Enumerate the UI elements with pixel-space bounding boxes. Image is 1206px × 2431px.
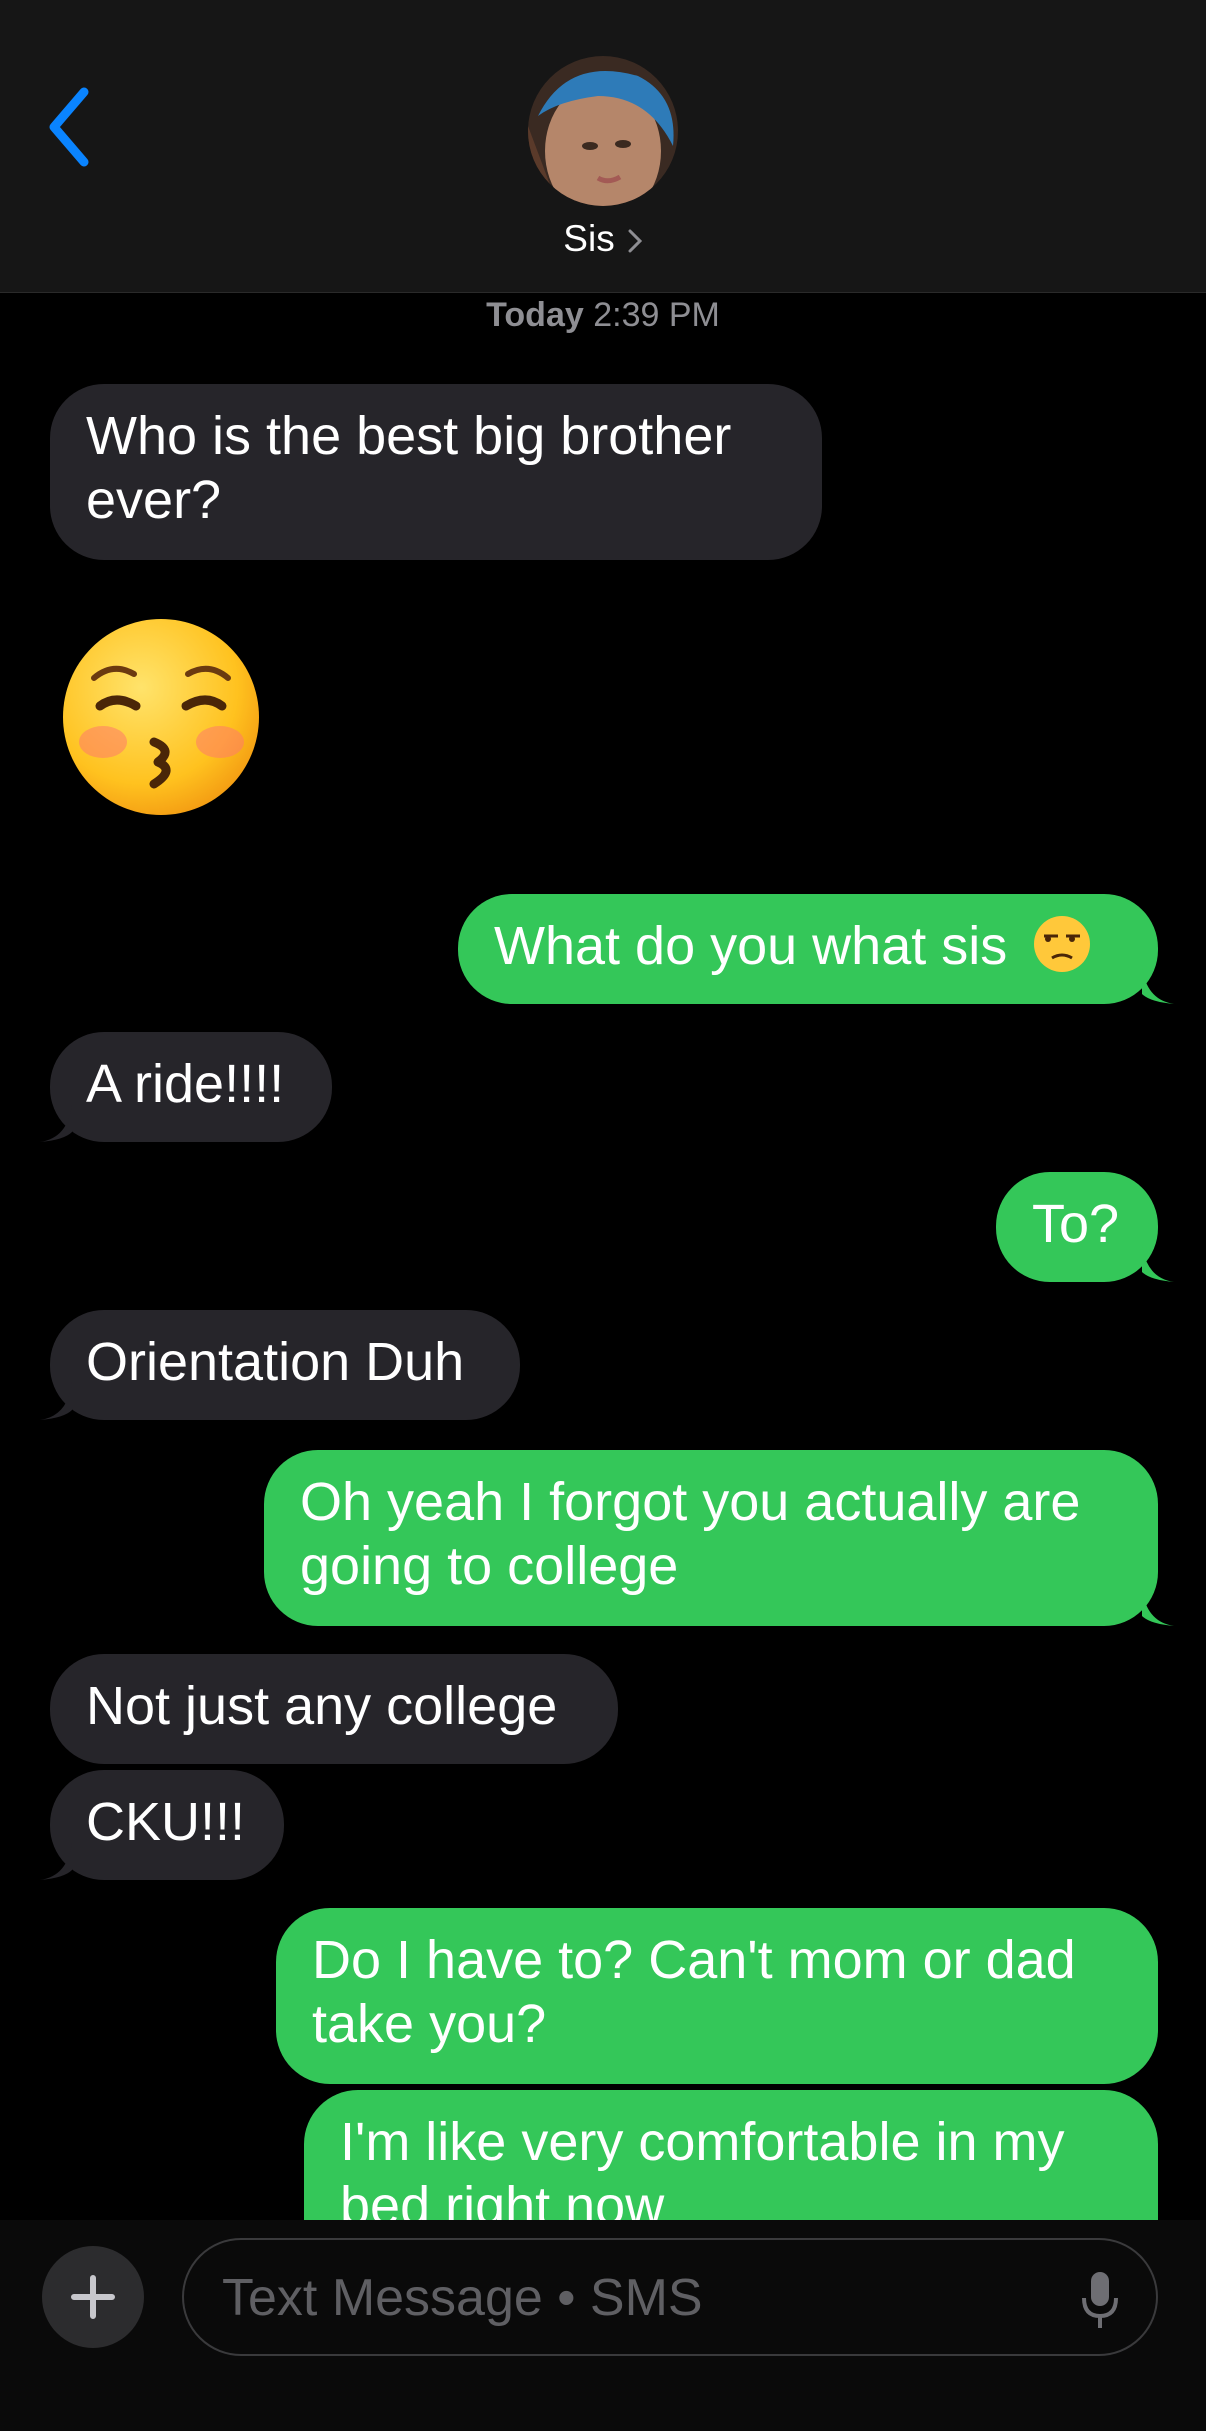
message-bubble-incoming[interactable]: Not just any college xyxy=(50,1654,618,1764)
message-timestamp: Today 2:39 PM xyxy=(0,296,1206,335)
message-bubble-incoming[interactable]: Orientation Duh xyxy=(50,1310,520,1420)
chevron-right-icon xyxy=(628,229,642,253)
bubble-tail xyxy=(40,1104,72,1142)
message-composer: Text Message • SMS xyxy=(0,2220,1206,2431)
message-text: What do you what sis xyxy=(494,916,1008,976)
message-text: Oh yeah I forgot you actually are xyxy=(300,1472,1081,1532)
timestamp-time: 2:39 PM xyxy=(593,296,720,334)
plus-icon xyxy=(71,2275,115,2319)
message-text: Do I have to? Can't mom or dad xyxy=(312,1930,1076,1990)
message-text: going to college xyxy=(300,1536,679,1596)
microphone-icon[interactable] xyxy=(1080,2270,1120,2330)
plus-button[interactable] xyxy=(42,2246,144,2348)
message-bubble-incoming[interactable]: Who is the best big brother ever? xyxy=(50,384,822,560)
message-text: Who is the best big brother xyxy=(86,406,732,466)
bubble-tail xyxy=(1142,1244,1174,1282)
message-text: To? xyxy=(1032,1194,1120,1254)
message-text: A ride!!!! xyxy=(86,1054,285,1114)
message-text: Orientation Duh xyxy=(86,1332,465,1392)
timestamp-day: Today xyxy=(486,296,584,334)
message-bubble-outgoing[interactable]: What do you what sis xyxy=(458,894,1158,1004)
message-bubble-outgoing[interactable]: To? xyxy=(996,1172,1158,1282)
contact-name-label: Sis xyxy=(563,218,615,259)
contact-name[interactable]: Sis xyxy=(0,218,1206,260)
kissing-face-emoji-icon[interactable] xyxy=(58,614,264,820)
message-input[interactable]: Text Message • SMS xyxy=(182,2238,1158,2356)
bubble-tail xyxy=(40,1842,72,1880)
bubble-tail xyxy=(1142,1588,1174,1626)
chevron-left-icon[interactable] xyxy=(40,82,100,172)
message-bubble-outgoing[interactable]: Do I have to? Can't mom or dad take you? xyxy=(276,1908,1158,2084)
conversation-header: Sis xyxy=(0,0,1206,293)
message-bubble-incoming[interactable]: A ride!!!! xyxy=(50,1032,332,1142)
message-bubble-incoming[interactable]: CKU!!! xyxy=(50,1770,284,1880)
bubble-tail xyxy=(40,1382,72,1420)
bubble-tail xyxy=(1142,966,1174,1004)
message-input-placeholder: Text Message • SMS xyxy=(222,2269,703,2327)
message-text: ever? xyxy=(86,470,222,530)
message-text: I'm like very comfortable in my xyxy=(340,2112,1065,2172)
avatar[interactable] xyxy=(528,56,678,206)
message-bubble-outgoing[interactable]: Oh yeah I forgot you actually are going … xyxy=(264,1450,1158,1626)
message-text: take you? xyxy=(312,1994,547,2054)
message-text: Not just any college xyxy=(86,1676,558,1736)
unamused-face-emoji-icon xyxy=(1034,916,1091,972)
message-text: CKU!!! xyxy=(86,1792,246,1852)
